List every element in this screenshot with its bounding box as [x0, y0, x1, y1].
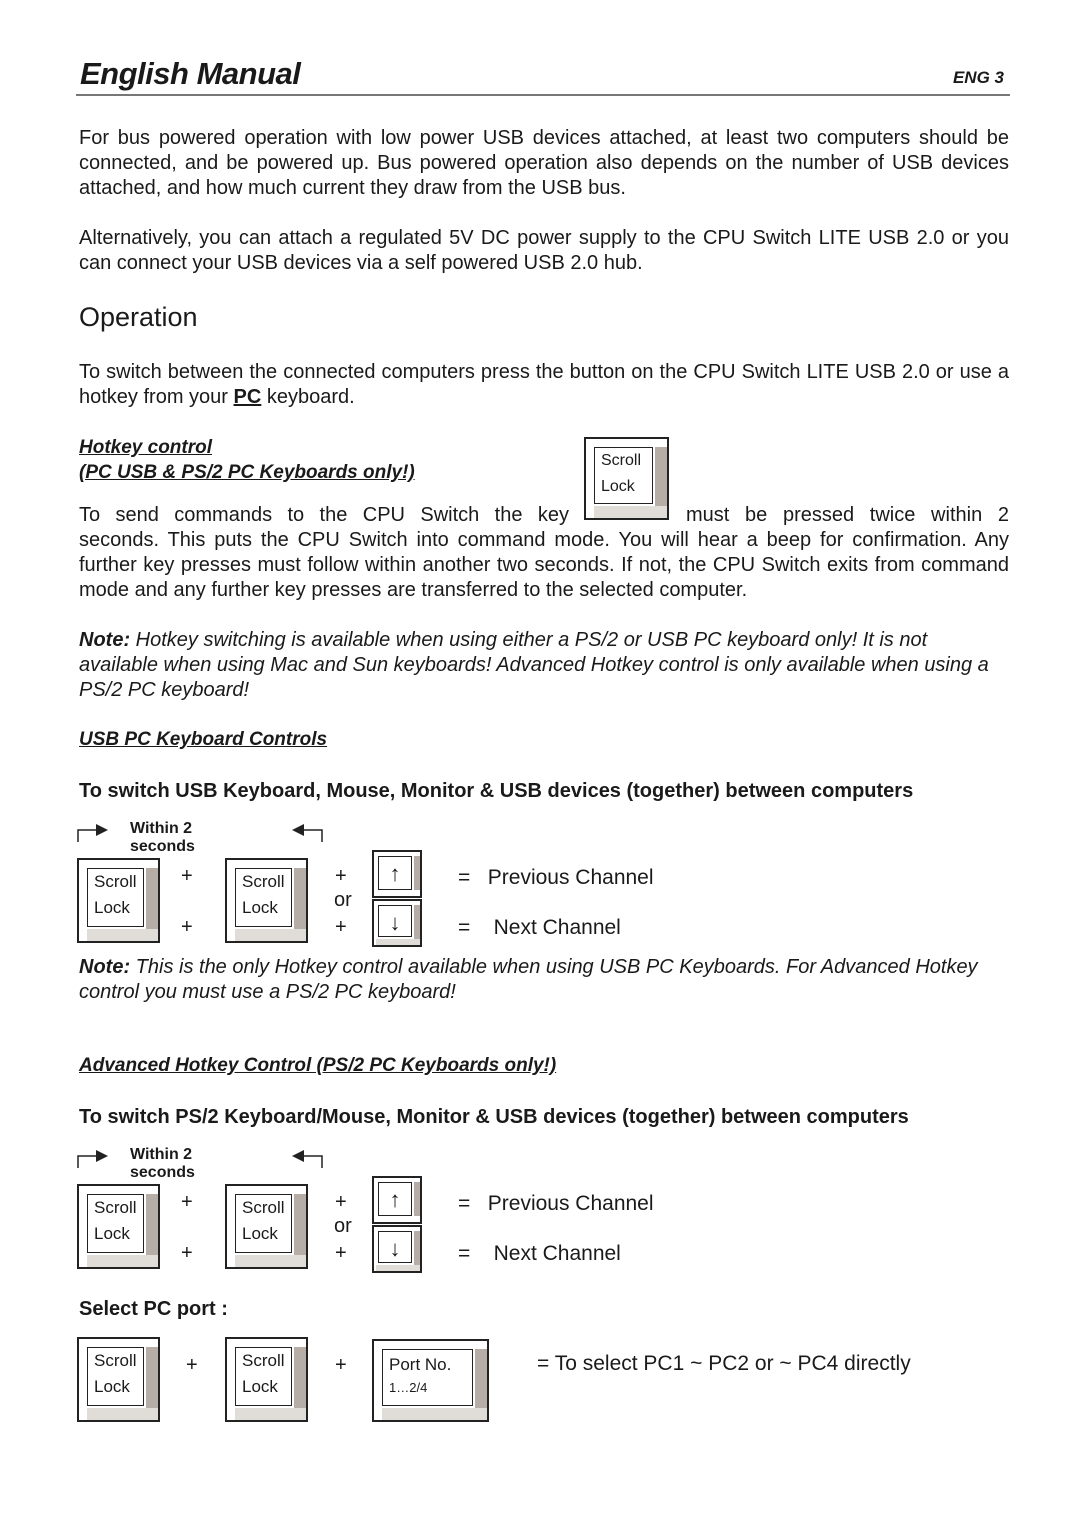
scroll-lock-key: Scroll Lock [225, 858, 308, 943]
scroll-lock-key: Scroll Lock [77, 1184, 160, 1269]
scroll-lock-key: Scroll Lock [77, 858, 160, 943]
key-label: Port No. [389, 1355, 452, 1374]
plus-sign: + [186, 1354, 198, 1376]
or-label: or [334, 889, 352, 911]
arrow-up-icon: ↑ [378, 856, 412, 890]
intro-paragraph-1: For bus powered operation with low power… [79, 127, 1009, 199]
scroll-lock-key: Scroll Lock [584, 437, 669, 520]
key-label: Lock [94, 898, 130, 917]
note-2: Note: This is the only Hotkey control av… [79, 955, 1009, 1005]
page-number: ENG 3 [952, 68, 1004, 87]
key-label: Lock [601, 478, 635, 495]
next-channel-label: = Next Channel [458, 916, 621, 939]
note-text: Hotkey switching is available when using… [79, 629, 989, 701]
plus-sign: + [181, 1191, 193, 1213]
hotkey-subtitle: (PC USB & PS/2 PC Keyboards only!) [79, 462, 415, 483]
arrow-right-icon [96, 824, 108, 836]
select-port-title: Select PC port : [79, 1298, 228, 1320]
hotkey-paragraph: seconds. This puts the CPU Switch into c… [79, 529, 1009, 601]
arrow-right-icon [96, 1150, 108, 1162]
operation-heading: Operation [79, 302, 198, 332]
plus-sign: + [335, 1354, 347, 1376]
note-label: Note: [79, 956, 131, 978]
plus-sign: + [335, 916, 347, 938]
arrow-up-key: ↑ [372, 850, 422, 898]
within-2-seconds-label: Within 2 seconds [130, 1146, 195, 1181]
intro-paragraph-2: Alternatively, you can attach a regulate… [79, 227, 1009, 274]
arrow-up-key: ↑ [372, 1176, 422, 1224]
arrow-left-icon [292, 1150, 304, 1162]
advanced-hotkey-subtitle: To switch PS/2 Keyboard/Mouse, Monitor &… [79, 1106, 909, 1128]
plus-sign: + [335, 865, 347, 887]
within-2-seconds-label: Within 2 seconds [130, 820, 195, 855]
plus-sign: + [181, 1242, 193, 1264]
plus-sign: + [335, 1191, 347, 1213]
note-label: Note: [79, 629, 131, 651]
scroll-lock-key: Scroll Lock [77, 1337, 160, 1422]
port-number-key: Port No. 1…2/4 [372, 1339, 489, 1422]
scroll-lock-key: Scroll Lock [225, 1184, 308, 1269]
operation-text-end: keyboard. [261, 386, 355, 408]
usb-controls-subtitle: To switch USB Keyboard, Mouse, Monitor &… [79, 780, 914, 802]
page-title: English Manual [80, 56, 301, 91]
arrow-down-key: ↓ [372, 1225, 422, 1273]
hotkey-title: Hotkey control [79, 437, 213, 458]
key-label: Lock [242, 1224, 278, 1243]
arrow-left-icon [292, 824, 304, 836]
or-label: or [334, 1215, 352, 1237]
key-label: Scroll [242, 1351, 285, 1370]
usb-controls-title: USB PC Keyboard Controls [79, 729, 328, 750]
key-label: Lock [242, 1377, 278, 1396]
key-label: Lock [94, 1224, 130, 1243]
key-label: Lock [94, 1377, 130, 1396]
arrow-up-icon: ↑ [378, 1182, 412, 1216]
key-label: Scroll [242, 872, 285, 891]
plus-sign: + [181, 865, 193, 887]
timing-arrows [77, 1150, 323, 1168]
scroll-lock-key: Scroll Lock [225, 1337, 308, 1422]
key-label: Scroll [94, 1198, 137, 1217]
arrow-down-icon: ↓ [378, 1231, 412, 1263]
operation-paragraph: To switch between the connected computer… [79, 360, 1009, 410]
previous-channel-label: = Previous Channel [458, 1192, 654, 1215]
previous-channel-label: = Previous Channel [458, 866, 654, 889]
key-label: Scroll [242, 1198, 285, 1217]
hotkey-line-start: To send commands to the CPU Switch the k… [79, 504, 569, 526]
pc-emphasis: PC [233, 386, 262, 408]
key-label: Scroll [94, 1351, 137, 1370]
next-channel-label: = Next Channel [458, 1242, 621, 1265]
key-label: Scroll [601, 452, 642, 469]
arrow-down-icon: ↓ [378, 905, 412, 937]
manual-page: English Manual ENG 3 For bus powered ope… [0, 0, 1080, 1523]
operation-text: To switch between the connected computer… [79, 361, 1009, 408]
key-label: 1…2/4 [389, 1380, 428, 1395]
arrow-down-key: ↓ [372, 899, 422, 947]
page-header: English Manual ENG 3 [76, 56, 1010, 96]
key-label: Lock [242, 898, 278, 917]
advanced-hotkey-title: Advanced Hotkey Control (PS/2 PC Keyboar… [79, 1055, 557, 1076]
key-label: Scroll [94, 872, 137, 891]
select-port-result: = To select PC1 ~ PC2 or ~ PC4 directly [537, 1352, 911, 1375]
hotkey-line-end: must be pressed twice within 2 [686, 504, 1009, 526]
note-1: Note: Hotkey switching is available when… [79, 628, 1009, 703]
plus-sign: + [335, 1242, 347, 1264]
note-text: This is the only Hotkey control availabl… [79, 956, 978, 1003]
timing-arrows [77, 824, 323, 842]
plus-sign: + [181, 916, 193, 938]
